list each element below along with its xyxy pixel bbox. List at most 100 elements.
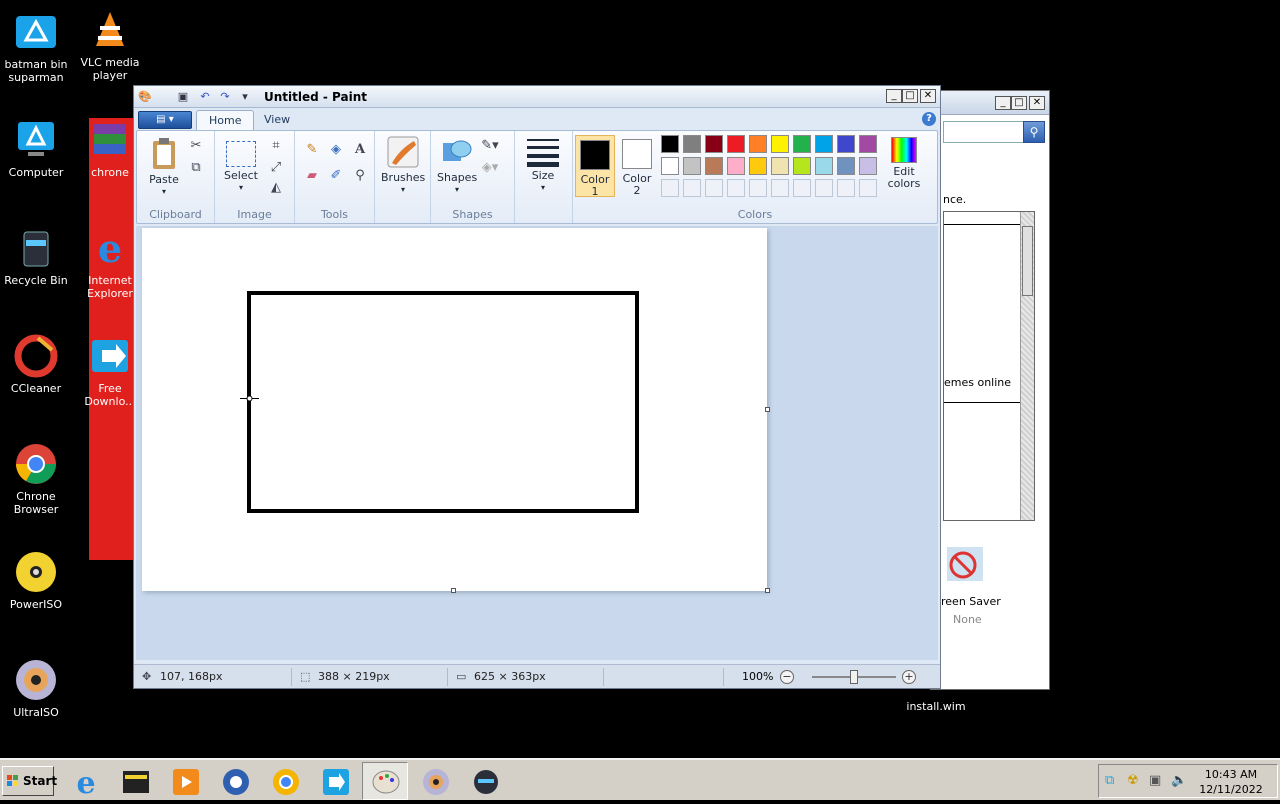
color-swatch[interactable] (815, 179, 833, 197)
color-swatch[interactable] (683, 179, 701, 197)
screen-saver-label[interactable]: reen Saver (941, 595, 1001, 608)
paint-window[interactable]: 🎨 ▣ ↶ ↷ ▾ Untitled - Paint _ □ ✕ ▤ ▾ Hom… (133, 85, 941, 689)
color-swatch[interactable] (705, 179, 723, 197)
color-swatch[interactable] (771, 179, 789, 197)
color-swatch[interactable] (661, 135, 679, 153)
search-input[interactable] (943, 121, 1035, 143)
background-window[interactable]: _ □ ✕ ⚲ nce. emes online reen Saver None (930, 90, 1050, 690)
resize-handle-corner[interactable] (765, 588, 770, 593)
zoom-in-button[interactable]: + (902, 670, 916, 684)
close-button[interactable]: ✕ (920, 89, 936, 103)
edit-colors-button[interactable]: Edit colors (881, 135, 927, 190)
color-swatch[interactable] (837, 157, 855, 175)
maximize-button[interactable]: □ (1011, 96, 1027, 110)
clock[interactable]: 10:43 AM 12/11/2022 (1199, 767, 1263, 797)
paste-button[interactable]: Paste ▾ (143, 137, 185, 198)
color-swatch[interactable] (859, 157, 877, 175)
taskbar-chrome[interactable] (262, 762, 308, 800)
color-swatch[interactable] (837, 135, 855, 153)
minimize-button[interactable]: _ (995, 96, 1011, 110)
shield-icon[interactable]: ☢ (1127, 773, 1139, 788)
close-button[interactable]: ✕ (1029, 96, 1045, 110)
tab-home[interactable]: Home (196, 110, 255, 130)
desktop-icon-ccleaner[interactable]: CCleaner (0, 334, 72, 395)
eraser-icon[interactable]: ▰ (303, 167, 321, 185)
desktop-icon-install-wim[interactable]: install.wim (900, 700, 972, 713)
color-swatch[interactable] (683, 135, 701, 153)
color-swatch[interactable] (749, 179, 767, 197)
color-swatch[interactable] (661, 179, 679, 197)
minimize-button[interactable]: _ (886, 89, 902, 103)
color-swatch[interactable] (815, 157, 833, 175)
size-button[interactable]: Size ▾ (523, 137, 563, 194)
color-swatch[interactable] (859, 135, 877, 153)
color-swatch[interactable] (837, 179, 855, 197)
color-swatch[interactable] (771, 157, 789, 175)
taskbar-internet-explorer[interactable]: e (62, 762, 108, 801)
search-icon[interactable]: ⚲ (1023, 121, 1045, 143)
shapes-button[interactable]: Shapes ▾ (437, 135, 477, 196)
magnifier-icon[interactable]: ⚲ (351, 167, 369, 185)
fill-icon[interactable]: ◈ (327, 141, 345, 159)
color-swatch[interactable] (727, 135, 745, 153)
select-button[interactable]: Select ▾ (221, 137, 261, 194)
zoom-out-button[interactable]: − (780, 670, 794, 684)
drawing-canvas[interactable] (142, 228, 767, 591)
desktop-icon-poweriso[interactable]: PowerISO (0, 550, 72, 611)
volume-icon[interactable]: 🔈 (1171, 773, 1187, 788)
taskbar-ultraiso[interactable] (412, 762, 458, 800)
themes-online-link[interactable]: emes online (944, 376, 1011, 389)
color2-button[interactable]: Color 2 (617, 135, 657, 197)
text-icon[interactable]: A (351, 141, 369, 159)
taskbar-app-9[interactable] (462, 762, 508, 800)
cut-icon[interactable]: ✂ (187, 137, 205, 155)
desktop-icon-recycle-bin[interactable]: Recycle Bin (0, 226, 72, 287)
computer-tray-icon[interactable]: ▣ (1149, 773, 1161, 788)
color-swatch[interactable] (749, 157, 767, 175)
desktop-icon-batman[interactable]: batman bin suparman (0, 10, 72, 84)
taskbar-paint[interactable] (362, 762, 408, 800)
resize-icon[interactable]: ⤢ (267, 159, 285, 177)
color-swatch[interactable] (749, 135, 767, 153)
color-swatch[interactable] (793, 157, 811, 175)
resize-handle-right[interactable] (765, 407, 770, 412)
resize-handle-bottom[interactable] (451, 588, 456, 593)
color-swatch[interactable] (793, 179, 811, 197)
paint-menu-button[interactable]: ▤ ▾ (138, 111, 192, 129)
screen-saver-icon[interactable] (945, 545, 985, 585)
color-swatch[interactable] (793, 135, 811, 153)
color-swatch[interactable] (683, 157, 701, 175)
desktop-icon-vlc[interactable]: VLC media player (74, 8, 146, 82)
rotate-icon[interactable]: ◭ (267, 179, 285, 197)
vertical-scrollbar[interactable] (1020, 212, 1034, 520)
copy-icon[interactable]: ⧉ (187, 159, 205, 177)
save-icon[interactable]: ▣ (176, 90, 190, 104)
chevron-down-icon[interactable]: ▾ (238, 90, 252, 104)
color-swatch[interactable] (815, 135, 833, 153)
color-swatch[interactable] (859, 179, 877, 197)
brushes-button[interactable]: Brushes ▾ (381, 135, 425, 196)
color-swatch[interactable] (727, 157, 745, 175)
taskbar-media-player[interactable] (162, 762, 208, 800)
color-swatch[interactable] (705, 135, 723, 153)
start-button[interactable]: Start (2, 766, 57, 796)
color-swatch[interactable] (771, 135, 789, 153)
taskbar-app-2[interactable] (112, 762, 158, 800)
tab-view[interactable]: View (252, 110, 302, 130)
taskbar-download-manager[interactable] (312, 762, 358, 800)
color1-button[interactable]: Color 1 (575, 135, 615, 198)
desktop-icon-ultraiso[interactable]: UltraISO (0, 658, 72, 719)
maximize-button[interactable]: □ (902, 89, 918, 103)
redo-icon[interactable]: ↷ (218, 90, 232, 104)
color-swatch[interactable] (705, 157, 723, 175)
pencil-icon[interactable]: ✎ (303, 141, 321, 159)
color-swatch[interactable] (661, 157, 679, 175)
crop-icon[interactable]: ⌗ (267, 137, 285, 155)
outline-icon[interactable]: ✎▾ (481, 137, 499, 155)
help-icon[interactable]: ? (922, 112, 936, 126)
color-picker-icon[interactable]: ✐ (327, 167, 345, 185)
theme-list[interactable]: emes online (943, 211, 1035, 521)
canvas-workspace[interactable] (136, 226, 938, 660)
zoom-slider-thumb[interactable] (850, 670, 858, 684)
desktop-icon-chrone-browser[interactable]: Chrone Browser (0, 442, 72, 516)
